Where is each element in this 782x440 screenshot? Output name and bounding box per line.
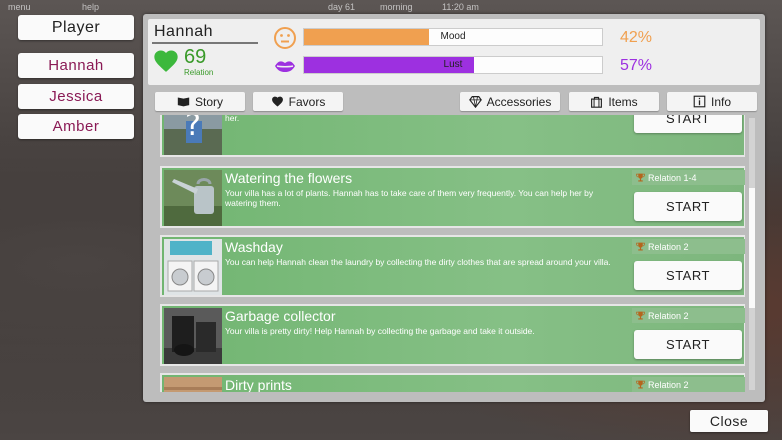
list-item: Dirty prints Relation 2 [160,373,745,392]
tab-items[interactable]: Items [569,92,659,111]
list-item: Washday You can help Hannah clean the la… [160,235,745,297]
character-button-jessica[interactable]: Jessica [18,84,134,109]
list-item: Watering the flowers Your villa has a lo… [160,166,745,228]
garbage-bins-thumbnail [164,308,222,364]
laundry-thumbnail [164,239,222,295]
favor-description: You can help Hannah clean the laundry by… [225,257,611,267]
favor-description: Your villa is pretty dirty! Help Hannah … [225,326,535,336]
start-button[interactable]: START [634,261,742,290]
tab-story-label: Story [194,94,223,109]
help-hint[interactable]: help [82,2,99,12]
relation-value: 69 [184,46,207,68]
requirement-label: Relation 2 [648,379,689,390]
tab-story[interactable]: Story [155,92,245,111]
character-panel: Hannah 69 Relation Mood 42% Lust 57% Sto… [143,14,765,402]
character-name: Hannah [154,23,214,40]
lust-label: Lust [443,59,463,70]
requirement-badge: Relation 1-4 [632,170,745,185]
character-button-amber[interactable]: Amber [18,114,134,139]
book-icon [177,97,190,107]
list-item: Garbage collector Your villa is pretty d… [160,304,745,366]
requirement-badge: Relation 2 [632,239,745,254]
favor-list[interactable]: ? Hannah lost something and is very sad.… [155,115,745,392]
favor-title: Washday [225,239,283,255]
heart-icon [154,50,178,72]
tab-favors-label: Favors [288,94,326,109]
requirement-badge: Relation 2 [632,377,745,392]
mood-label: Mood [440,31,466,42]
lust-percent: 57% [620,57,653,74]
neutral-face-icon [274,27,296,49]
lust-bar: Lust [303,56,603,74]
trophy-icon [636,173,645,182]
day-label: day 61 [328,2,356,12]
diamond-icon [468,96,482,108]
relation-label: Relation [184,68,214,77]
tab-accessories[interactable]: Accessories [460,92,560,111]
trophy-icon [636,380,645,389]
info-icon [693,95,706,108]
favor-title: Watering the flowers [225,170,353,186]
tab-info[interactable]: Info [667,92,757,111]
profile-header: Hannah 69 Relation Mood 42% Lust 57% [148,19,760,85]
top-hud: menu help day 61 morning 11:20 am [0,0,782,14]
trophy-icon [636,311,645,320]
clock-label: 11:20 am [442,2,479,12]
start-button[interactable]: START [634,330,742,359]
tab-favors[interactable]: Favors [253,92,343,111]
svg-text:?: ? [185,115,201,143]
bag-icon [591,96,603,108]
close-button[interactable]: Close [690,410,768,432]
tab-bar: Story Favors Accessories Items Info [148,90,760,118]
requirement-label: Relation 2 [648,241,689,252]
requirement-label: Relation 1-4 [648,172,697,183]
scrollbar[interactable] [749,118,755,390]
start-button[interactable]: START [634,192,742,221]
heart-icon [271,96,283,107]
requirement-badge: Relation 2 [632,308,745,323]
floor-thumbnail [164,377,222,392]
character-button-hannah[interactable]: Hannah [18,53,134,78]
question-mark-thumbnail: ? [164,115,222,155]
tab-info-label: Info [710,94,731,109]
favor-title: Dirty prints [225,377,292,392]
favor-description: Hannah lost something and is very sad. Y… [225,115,240,123]
player-button[interactable]: Player [18,15,134,40]
time-of-day-label: morning [380,2,413,12]
mood-bar: Mood [303,28,603,46]
favor-title: Garbage collector [225,308,336,324]
watering-can-thumbnail [164,170,222,226]
menu-hint[interactable]: menu [8,2,31,12]
lips-icon [275,61,295,72]
favor-description: Your villa has a lot of plants. Hannah h… [225,188,594,208]
name-divider [152,42,258,44]
tab-items-label: Items [608,94,638,109]
requirement-label: Relation 2 [648,310,689,321]
mood-percent: 42% [620,29,653,46]
list-item: ? Hannah lost something and is very sad.… [160,115,745,157]
start-button[interactable]: START [634,115,742,133]
scrollbar-thumb[interactable] [749,188,755,308]
tab-accessories-label: Accessories [486,94,552,109]
trophy-icon [636,242,645,251]
